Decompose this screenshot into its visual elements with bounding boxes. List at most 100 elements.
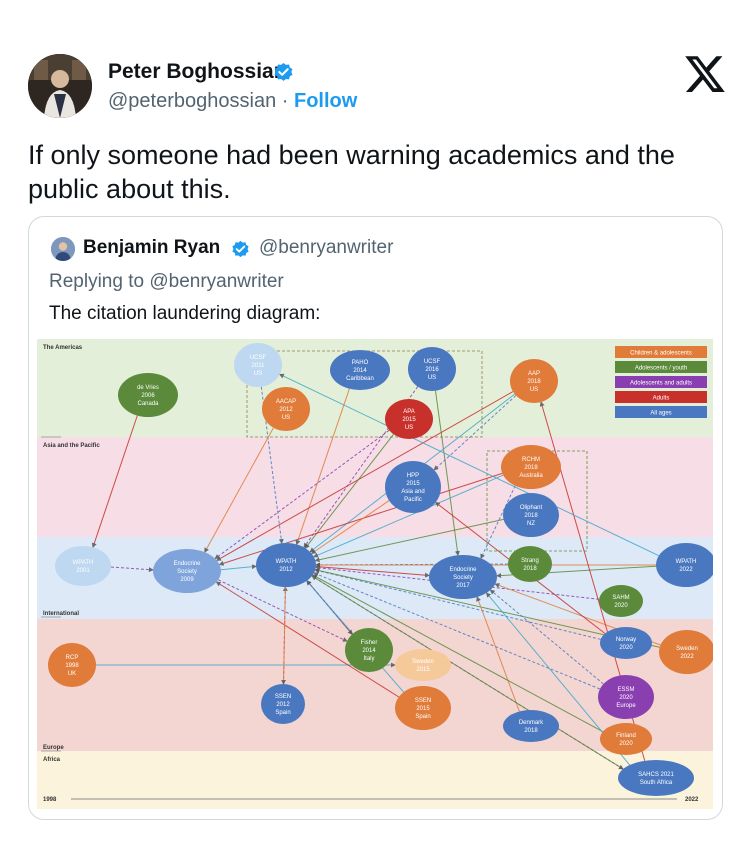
node-label-ucsf2016-1: 2016 bbox=[425, 367, 439, 373]
verified-badge-icon bbox=[273, 62, 294, 88]
node-label-hpp2015-2: Asia and bbox=[401, 489, 424, 495]
follow-button[interactable]: Follow bbox=[294, 90, 357, 112]
node-label-rcp1998-2: UK bbox=[68, 671, 76, 677]
node-label-ucsf2011-0: UCSF bbox=[250, 355, 267, 361]
node-label-aacap2012-0: AACAP bbox=[276, 399, 296, 405]
node-strang2018: Strang 2018 bbox=[508, 546, 552, 582]
node-label-wpath2001-0: WPATH bbox=[73, 560, 94, 566]
node-label-wpath2022-1: 2022 bbox=[679, 567, 693, 573]
node-label-hpp2015-3: Pacific bbox=[404, 497, 422, 503]
author-name[interactable]: Peter Boghossian bbox=[108, 60, 287, 84]
node-label-ucsf2011-2: US bbox=[254, 371, 262, 377]
node-label-rcp1998-0: RCP bbox=[66, 655, 79, 661]
node-wpath2012: WPATH 2012 bbox=[256, 543, 316, 587]
separator-dot: · bbox=[281, 90, 289, 112]
node-rchm2018: RCHM 2018 Australia bbox=[501, 445, 561, 489]
node-finland2020: Finland 2020 bbox=[600, 723, 652, 755]
node-oliphant2018: Oliphant 2018 NZ bbox=[503, 493, 559, 537]
author-avatar[interactable] bbox=[28, 54, 92, 118]
node-ucsf2011: UCSF 2011 US bbox=[234, 343, 282, 387]
node-label-ssen2015-1: 2015 bbox=[416, 706, 430, 712]
region-label-africa: Africa bbox=[43, 757, 61, 763]
node-label-endo2009-0: Endocrine bbox=[173, 561, 201, 567]
node-label-sahm2020-1: 2020 bbox=[614, 603, 628, 609]
legend-label-0: Children & adolescents bbox=[630, 351, 692, 357]
node-label-ssen2015-0: SSEN bbox=[415, 698, 431, 704]
node-label-oliphant2018-2: NZ bbox=[527, 521, 535, 527]
node-endo2017: Endocrine Society 2017 bbox=[429, 555, 497, 599]
node-label-devries2006-0: de Vries bbox=[137, 385, 159, 391]
quoted-verified-badge-icon bbox=[231, 240, 250, 264]
node-label-paho2014-0: PAHO bbox=[352, 360, 369, 366]
node-label-norway2020-0: Norway bbox=[616, 637, 636, 643]
node-label-ssen2012-1: 2012 bbox=[276, 702, 290, 708]
node-shape-hpp2015 bbox=[385, 461, 441, 513]
legend-label-3: Adults bbox=[653, 396, 670, 402]
node-label-wpath2022-0: WPATH bbox=[676, 559, 697, 565]
node-label-essm2020-2: Europe bbox=[616, 703, 636, 709]
node-rcp1998: RCP 1998 UK bbox=[48, 643, 96, 687]
node-paho2014: PAHO 2014 Caribbean bbox=[330, 350, 390, 390]
node-sweden2015: Sweden 2015 bbox=[395, 649, 451, 681]
node-label-wpath2001-1: 2001 bbox=[76, 568, 90, 574]
node-hpp2015: HPP 2015 Asia and Pacific bbox=[385, 461, 441, 513]
node-label-fisher2014-0: Fisher bbox=[361, 640, 378, 646]
node-label-endo2017-2: 2017 bbox=[456, 583, 470, 589]
node-endo2009: Endocrine Society 2009 bbox=[153, 549, 221, 593]
replying-to-label: Replying to bbox=[49, 271, 145, 292]
node-norway2020: Norway 2020 bbox=[600, 627, 652, 659]
legend-label-1: Adolescents / youth bbox=[635, 366, 687, 372]
node-shape-sweden2015 bbox=[395, 649, 451, 681]
node-label-ucsf2016-0: UCSF bbox=[424, 359, 441, 365]
node-label-hpp2015-0: HPP bbox=[407, 473, 419, 479]
node-denmark2018: Denmark 2018 bbox=[503, 710, 559, 742]
node-label-devries2006-1: 2006 bbox=[141, 393, 155, 399]
x-logo-icon[interactable] bbox=[683, 52, 727, 96]
node-shape-sahm2020 bbox=[599, 585, 643, 617]
node-label-fisher2014-2: Italy bbox=[363, 656, 374, 662]
replying-to-handle[interactable]: @benryanwriter bbox=[149, 271, 283, 292]
node-label-oliphant2018-1: 2018 bbox=[524, 513, 538, 519]
node-ucsf2016: UCSF 2016 US bbox=[408, 347, 456, 391]
node-label-oliphant2018-0: Oliphant bbox=[520, 505, 543, 511]
node-label-wpath2012-0: WPATH bbox=[276, 559, 297, 565]
node-shape-finland2020 bbox=[600, 723, 652, 755]
author-handle[interactable]: @peterboghossian bbox=[108, 90, 276, 112]
node-label-hpp2015-1: 2015 bbox=[406, 481, 420, 487]
quoted-tweet-card[interactable]: Benjamin Ryan @benryanwriter Replying to… bbox=[28, 216, 723, 820]
node-label-rcp1998-1: 1998 bbox=[65, 663, 79, 669]
node-label-rchm2018-2: Australia bbox=[519, 473, 543, 479]
legend-label-2: Adolescents and adults bbox=[630, 381, 692, 387]
quoted-author-name[interactable]: Benjamin Ryan bbox=[83, 237, 220, 259]
node-label-sweden2022-0: Sweden bbox=[676, 646, 698, 652]
quoted-author-handle[interactable]: @benryanwriter bbox=[259, 237, 393, 259]
node-sweden2022: Sweden 2022 bbox=[659, 630, 713, 674]
node-label-apa2015-0: APA bbox=[403, 409, 415, 415]
node-label-aap2018-2: US bbox=[530, 387, 538, 393]
node-aap2018: AAP 2018 US bbox=[510, 359, 558, 403]
region-label-americas: The Americas bbox=[43, 345, 83, 351]
node-shape-denmark2018 bbox=[503, 710, 559, 742]
node-shape-sahcs2021 bbox=[618, 760, 694, 796]
region-label-international: International bbox=[43, 611, 79, 617]
node-sahcs2021: SAHCS 2021 South Africa bbox=[618, 760, 694, 796]
node-label-sweden2015-0: Sweden bbox=[412, 659, 434, 665]
node-shape-wpath2012 bbox=[256, 543, 316, 587]
node-shape-wpath2001 bbox=[55, 546, 111, 586]
axis-start-label: 1998 bbox=[43, 797, 57, 803]
node-aacap2012: AACAP 2012 US bbox=[262, 387, 310, 431]
node-label-aacap2012-2: US bbox=[282, 415, 290, 421]
node-label-sweden2015-1: 2015 bbox=[416, 667, 430, 673]
node-label-strang2018-1: 2018 bbox=[523, 566, 537, 572]
quoted-author-avatar[interactable] bbox=[51, 237, 75, 261]
quoted-tweet-text: The citation laundering diagram: bbox=[49, 303, 321, 324]
citation-diagram-image[interactable]: The Americas Asia and the Pacific Intern… bbox=[37, 339, 713, 809]
node-label-rchm2018-0: RCHM bbox=[522, 457, 540, 463]
node-label-paho2014-1: 2014 bbox=[353, 368, 367, 374]
node-ssen2015: SSEN 2015 Spain bbox=[395, 686, 451, 730]
node-sahm2020: SAHM 2020 bbox=[599, 585, 643, 617]
tweet-text: If only someone had been warning academi… bbox=[28, 140, 675, 204]
node-apa2015: APA 2015 US bbox=[385, 399, 433, 439]
node-label-denmark2018-0: Denmark bbox=[519, 720, 544, 726]
node-label-endo2017-1: Society bbox=[453, 575, 473, 581]
